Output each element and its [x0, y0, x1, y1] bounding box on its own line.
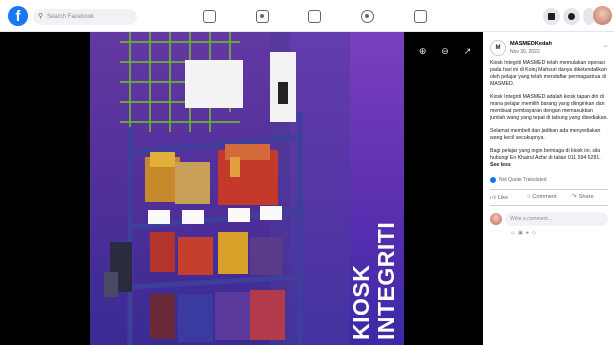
comment-tool-icons[interactable]: ☺▣●◇	[510, 230, 539, 236]
top-navigation-bar: f ⚲ Search Facebook	[0, 0, 614, 32]
commenter-avatar	[490, 213, 502, 225]
globe-icon	[490, 177, 496, 183]
photo-tools: ⊕ ⊖ ↗	[410, 41, 473, 59]
comment-label: Comment	[532, 194, 557, 200]
post-actions: 👍︎ Like ○ Comment ↷ Share	[490, 189, 608, 206]
post-body: Kiosk Integriti MASMED telah memulakan o…	[490, 60, 608, 169]
groups-icon[interactable]	[361, 10, 374, 23]
comment-composer: Write a comment... ☺▣●◇	[490, 211, 608, 236]
home-icon[interactable]	[203, 10, 216, 23]
marketplace-icon[interactable]	[308, 10, 321, 23]
watch-icon[interactable]	[256, 10, 269, 23]
gaming-icon[interactable]	[414, 10, 427, 23]
post-paragraph: Bagi pelajar yang ingin berniaga di kios…	[490, 148, 601, 161]
kiosk-integriti-overlay: KIOSK INTEGRITI	[348, 210, 402, 340]
post-header: M MASMEDKedah Nov 30, 2022 ···	[490, 38, 608, 60]
search-icon: ⚲	[38, 13, 44, 20]
share-icon: ↷	[572, 194, 577, 200]
fullscreen-icon[interactable]: ↗	[462, 46, 473, 57]
translation-text: Not Quote Translated	[499, 177, 547, 183]
overlay-line-1: KIOSK	[348, 264, 374, 340]
search-placeholder: Search Facebook	[47, 14, 95, 20]
author-avatar[interactable]: M	[490, 40, 506, 56]
search-input[interactable]: ⚲ Search Facebook	[33, 9, 137, 25]
post-panel: M MASMEDKedah Nov 30, 2022 ··· Kiosk Int…	[483, 32, 614, 345]
comment-button[interactable]: ○ Comment	[527, 194, 557, 200]
translation-note[interactable]: Not Quote Translated	[490, 177, 608, 183]
like-label: Like	[497, 195, 509, 201]
zoom-in-icon[interactable]: ⊕	[417, 46, 428, 57]
like-button[interactable]: 👍︎ Like	[490, 194, 508, 201]
share-button[interactable]: ↷ Share	[572, 194, 594, 200]
post-paragraph: Selamat membeli dan jadikan ada menyedia…	[490, 128, 601, 141]
like-icon: 👍︎	[490, 195, 496, 201]
overlay-line-2: INTEGRITI	[373, 221, 399, 340]
share-label: Share	[578, 194, 594, 200]
menu-grid-icon[interactable]	[543, 8, 560, 25]
comment-input[interactable]: Write a comment...	[505, 212, 608, 226]
more-options-icon[interactable]: ···	[603, 43, 608, 50]
photo-viewer: KIOSK INTEGRITI ⊕ ⊖ ↗	[0, 32, 483, 345]
author-name[interactable]: MASMEDKedah	[510, 41, 552, 47]
facebook-logo[interactable]: f	[8, 6, 28, 26]
profile-avatar[interactable]	[593, 6, 612, 25]
see-less-link[interactable]: See less	[490, 162, 608, 169]
post-photo[interactable]: KIOSK INTEGRITI	[90, 32, 404, 345]
messenger-icon[interactable]	[563, 8, 580, 25]
post-paragraph: Kiosk Integriti MASMED adalah kiosk tapa…	[490, 94, 608, 121]
post-paragraph: Kiosk Integriti MASMED telah memulakan o…	[490, 60, 607, 87]
zoom-out-icon[interactable]: ⊖	[440, 46, 451, 57]
comment-icon: ○	[527, 194, 531, 200]
post-date[interactable]: Nov 30, 2022	[510, 49, 540, 55]
